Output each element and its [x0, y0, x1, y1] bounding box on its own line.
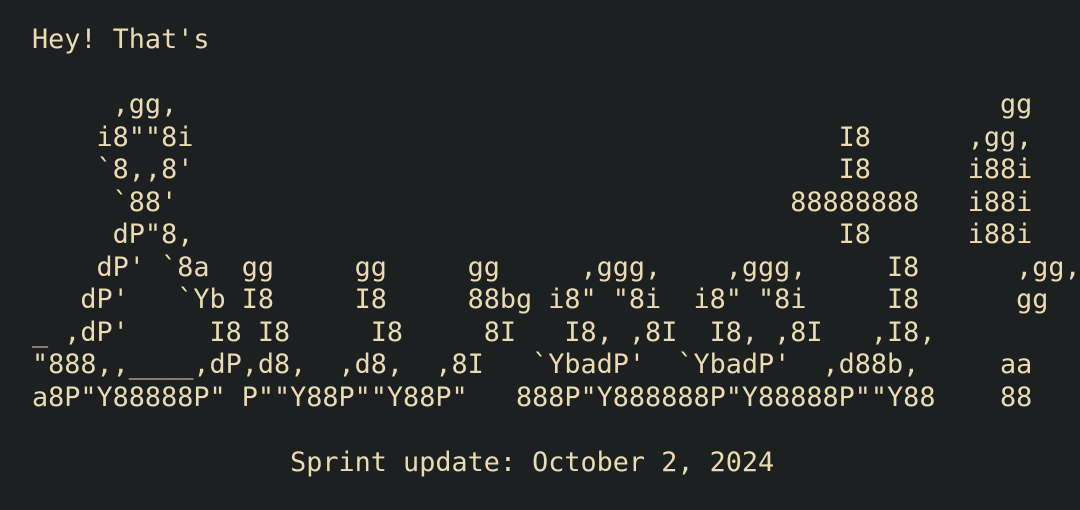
ascii-art-line: `8,,8' I8 i88i: [32, 154, 1033, 185]
ascii-art-line: "888,,____,dP,d8, ,d8, ,8I `YbadP' `Ybad…: [32, 349, 1033, 380]
terminal-line-intro: Hey! That's: [32, 24, 210, 55]
ascii-art-line: i8""8i I8 ,gg,: [32, 121, 1033, 153]
sprint-update-line: Sprint update: October 2, 2024: [32, 446, 775, 478]
ascii-art-line: dP' `Yb I8 I8 88bg i8" "8i i8" "8i I8 gg: [32, 284, 1049, 315]
ascii-art-line: a8P"Y88888P" P""Y88P""Y88P" 888P"Y888888…: [32, 381, 1033, 413]
ascii-art-line: ,gg, gg: [32, 89, 1033, 120]
terminal-output: Hey! That's ,gg, gg i8""8i I8 ,gg, `8,,8…: [0, 0, 1080, 510]
ascii-art-line: `88' 88888888 i88i: [32, 186, 1033, 218]
ascii-art-line: _ ,dP' I8 I8 I8 8I I8, ,8I I8, ,8I ,I8,: [32, 316, 936, 348]
ascii-art-line: dP' `8a gg gg gg ,ggg, ,ggg, I8 ,gg,: [32, 251, 1080, 283]
ascii-art-line: dP"8, I8 i88i: [32, 219, 1033, 250]
